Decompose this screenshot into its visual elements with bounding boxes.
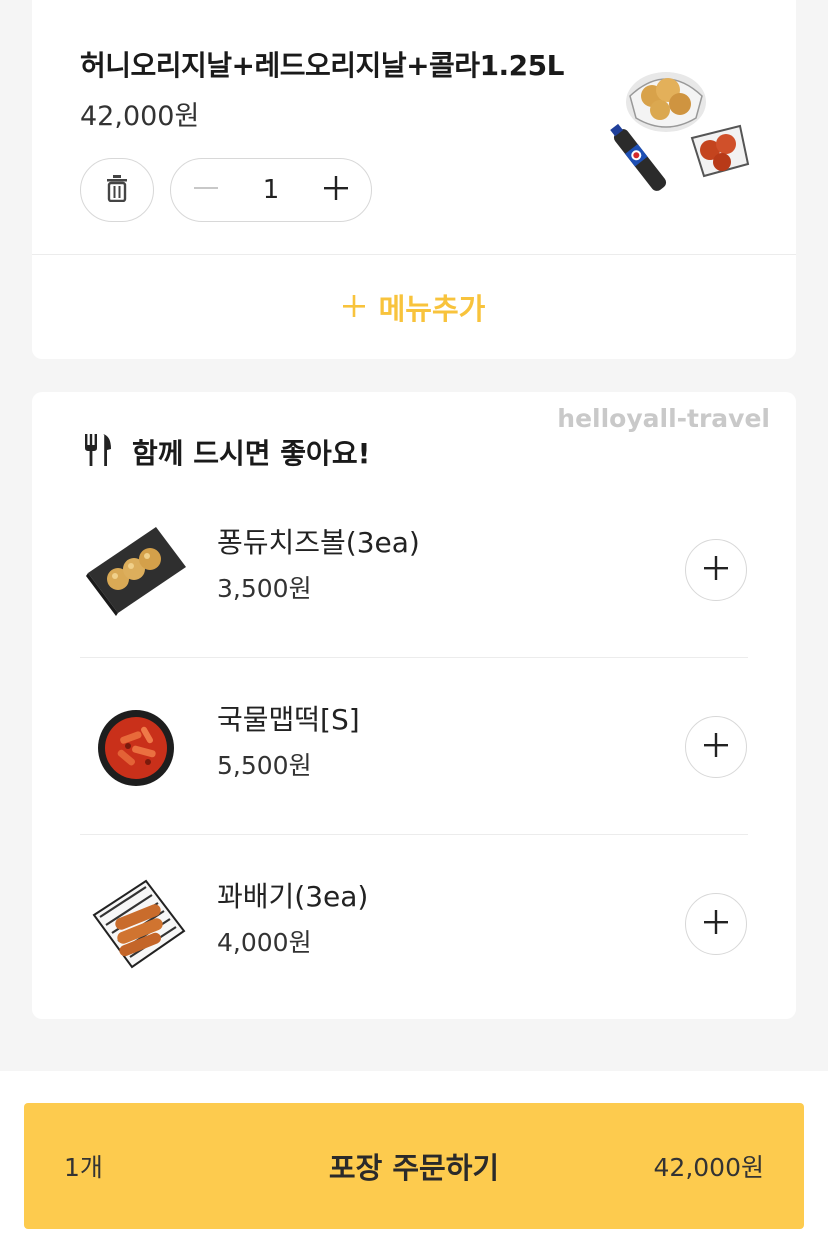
recommendation-item: 퐁듀치즈볼(3ea) 3,500원	[80, 481, 748, 658]
minus-icon	[193, 175, 219, 205]
fork-knife-icon	[84, 433, 112, 471]
recommendation-item-price: 5,500원	[217, 751, 312, 780]
recommendation-item-name: 퐁듀치즈볼(3ea)	[217, 526, 420, 559]
bottom-order-bar: 1개 포장 주문하기 42,000원	[0, 1071, 828, 1254]
recommendation-item-name: 꽈배기(3ea)	[217, 880, 369, 913]
add-recommendation-button[interactable]	[685, 539, 747, 601]
decrease-quantity-button[interactable]	[191, 175, 221, 205]
recommendation-item: 국물맵떡[S] 5,500원	[80, 658, 748, 835]
delete-item-button[interactable]	[80, 158, 154, 222]
order-button[interactable]: 1개 포장 주문하기 42,000원	[24, 1103, 804, 1229]
recommendation-item-name: 국물맵떡[S]	[217, 703, 360, 736]
plus-icon	[703, 732, 729, 762]
add-recommendation-button[interactable]	[685, 893, 747, 955]
add-menu-label: 메뉴추가	[378, 292, 486, 326]
recommendation-header: 함께 드시면 좋아요!	[84, 432, 370, 472]
plus-icon	[703, 909, 729, 939]
recommendation-item: 꽈배기(3ea) 4,000원	[80, 835, 748, 1012]
recommendation-item-price: 3,500원	[217, 574, 312, 603]
recommendation-card: helloyall-travel 함께 드시면 좋아요! 퐁듀치즈볼(3ea) …	[32, 392, 796, 1019]
quantity-stepper: 1	[170, 158, 372, 222]
plus-icon	[342, 290, 365, 324]
plus-icon	[323, 175, 349, 205]
cart-item-name: 허니오리지날+레드오리지날+콜라1.25L	[80, 49, 565, 82]
twisted-donut-image	[86, 875, 188, 975]
cart-card: 허니오리지날+레드오리지날+콜라1.25L 42,000원 1 메뉴추가	[32, 0, 796, 359]
cheese-ball-image	[86, 521, 188, 621]
order-count: 1개	[64, 1153, 103, 1182]
add-menu-button[interactable]: 메뉴추가	[32, 255, 796, 359]
recommendation-item-price: 4,000원	[217, 928, 312, 957]
chicken-combo-image	[604, 60, 750, 200]
quantity-value: 1	[262, 175, 280, 205]
trash-icon	[105, 174, 129, 206]
cart-item-price: 42,000원	[80, 101, 200, 132]
watermark-text: helloyall-travel	[557, 404, 770, 433]
order-total: 42,000원	[653, 1153, 764, 1182]
recommendation-title: 함께 드시면 좋아요!	[132, 437, 371, 470]
increase-quantity-button[interactable]	[321, 175, 351, 205]
add-recommendation-button[interactable]	[685, 716, 747, 778]
tteokbokki-image	[86, 698, 188, 798]
plus-icon	[703, 555, 729, 585]
